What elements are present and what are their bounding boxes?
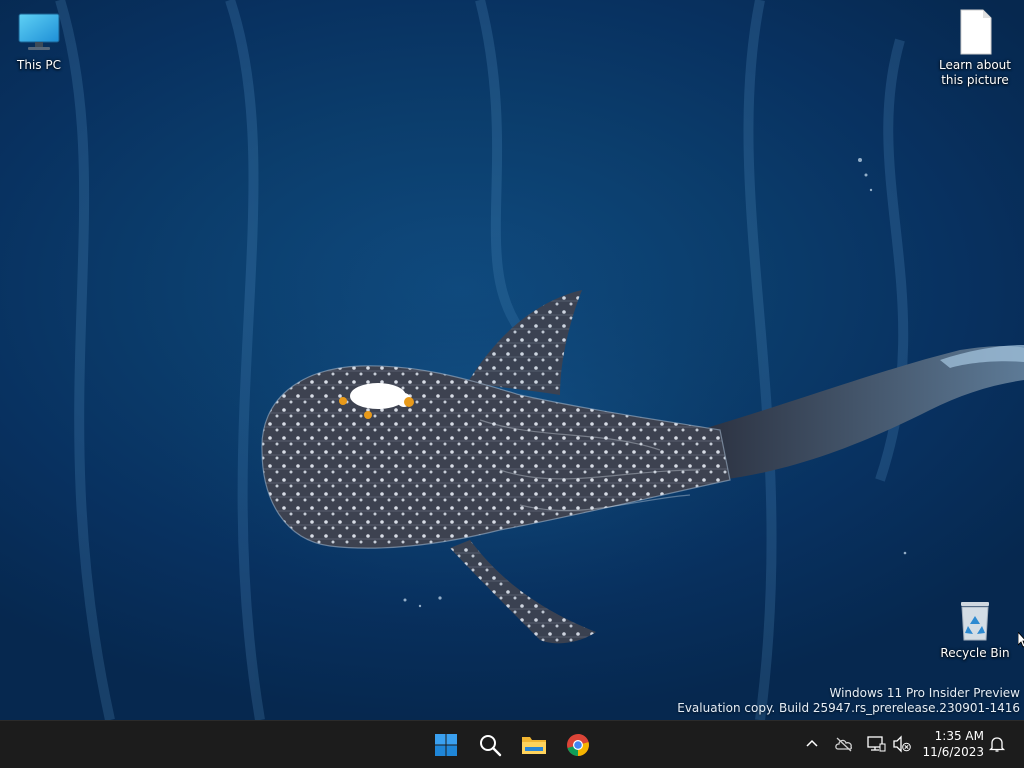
system-clock[interactable]: 1:35 AM 11/6/2023: [922, 728, 984, 760]
volume-muted-icon: [893, 735, 911, 753]
onedrive-status-button[interactable]: [833, 733, 855, 755]
network-button[interactable]: [865, 733, 887, 755]
show-hidden-icons-button[interactable]: [801, 733, 823, 755]
mouse-cursor-icon: [1018, 632, 1024, 648]
file-explorer-button[interactable]: [514, 725, 554, 765]
desktop-icon-this-pc[interactable]: This PC: [0, 8, 79, 73]
chevron-up-icon: [806, 739, 818, 747]
document-icon: [960, 9, 992, 55]
folder-icon: [522, 737, 546, 754]
taskbar: 1:35 AM 11/6/2023: [0, 720, 1024, 768]
watermark-edition: Windows 11 Pro Insider Preview: [829, 686, 1020, 700]
monitor-icon: [18, 13, 60, 50]
desktop[interactable]: This PC Learn about this picture Recycle…: [0, 0, 1024, 720]
desktop-icon-learn-about-picture[interactable]: Learn about this picture: [935, 8, 1015, 88]
desktop-icon-label: This PC: [17, 58, 61, 72]
desktop-icon-label: Learn about this picture: [939, 58, 1011, 87]
recycle-bin-icon: [961, 602, 989, 641]
wallpaper-whale-shark: [55, 0, 1024, 720]
onedrive-offline-icon: [835, 737, 853, 752]
network-icon: [867, 736, 886, 752]
notification-bell-icon: [988, 737, 1006, 752]
desktop-icon-label: Recycle Bin: [940, 646, 1010, 660]
chrome-button[interactable]: [558, 725, 598, 765]
clock-time: 1:35 AM: [934, 729, 984, 743]
watermark-build: Evaluation copy. Build 25947.rs_prerelea…: [677, 701, 1020, 715]
search-icon: [480, 735, 502, 757]
evaluation-watermark: Windows 11 Pro Insider Preview Evaluatio…: [677, 686, 1020, 716]
chrome-icon: [567, 734, 589, 756]
start-button[interactable]: [426, 725, 466, 765]
clock-date: 11/6/2023: [922, 745, 984, 759]
search-button[interactable]: [470, 725, 510, 765]
volume-button[interactable]: [891, 733, 913, 755]
desktop-icon-recycle-bin[interactable]: Recycle Bin: [935, 596, 1015, 661]
notifications-button[interactable]: [986, 733, 1008, 755]
windows-logo-icon: [435, 734, 457, 756]
